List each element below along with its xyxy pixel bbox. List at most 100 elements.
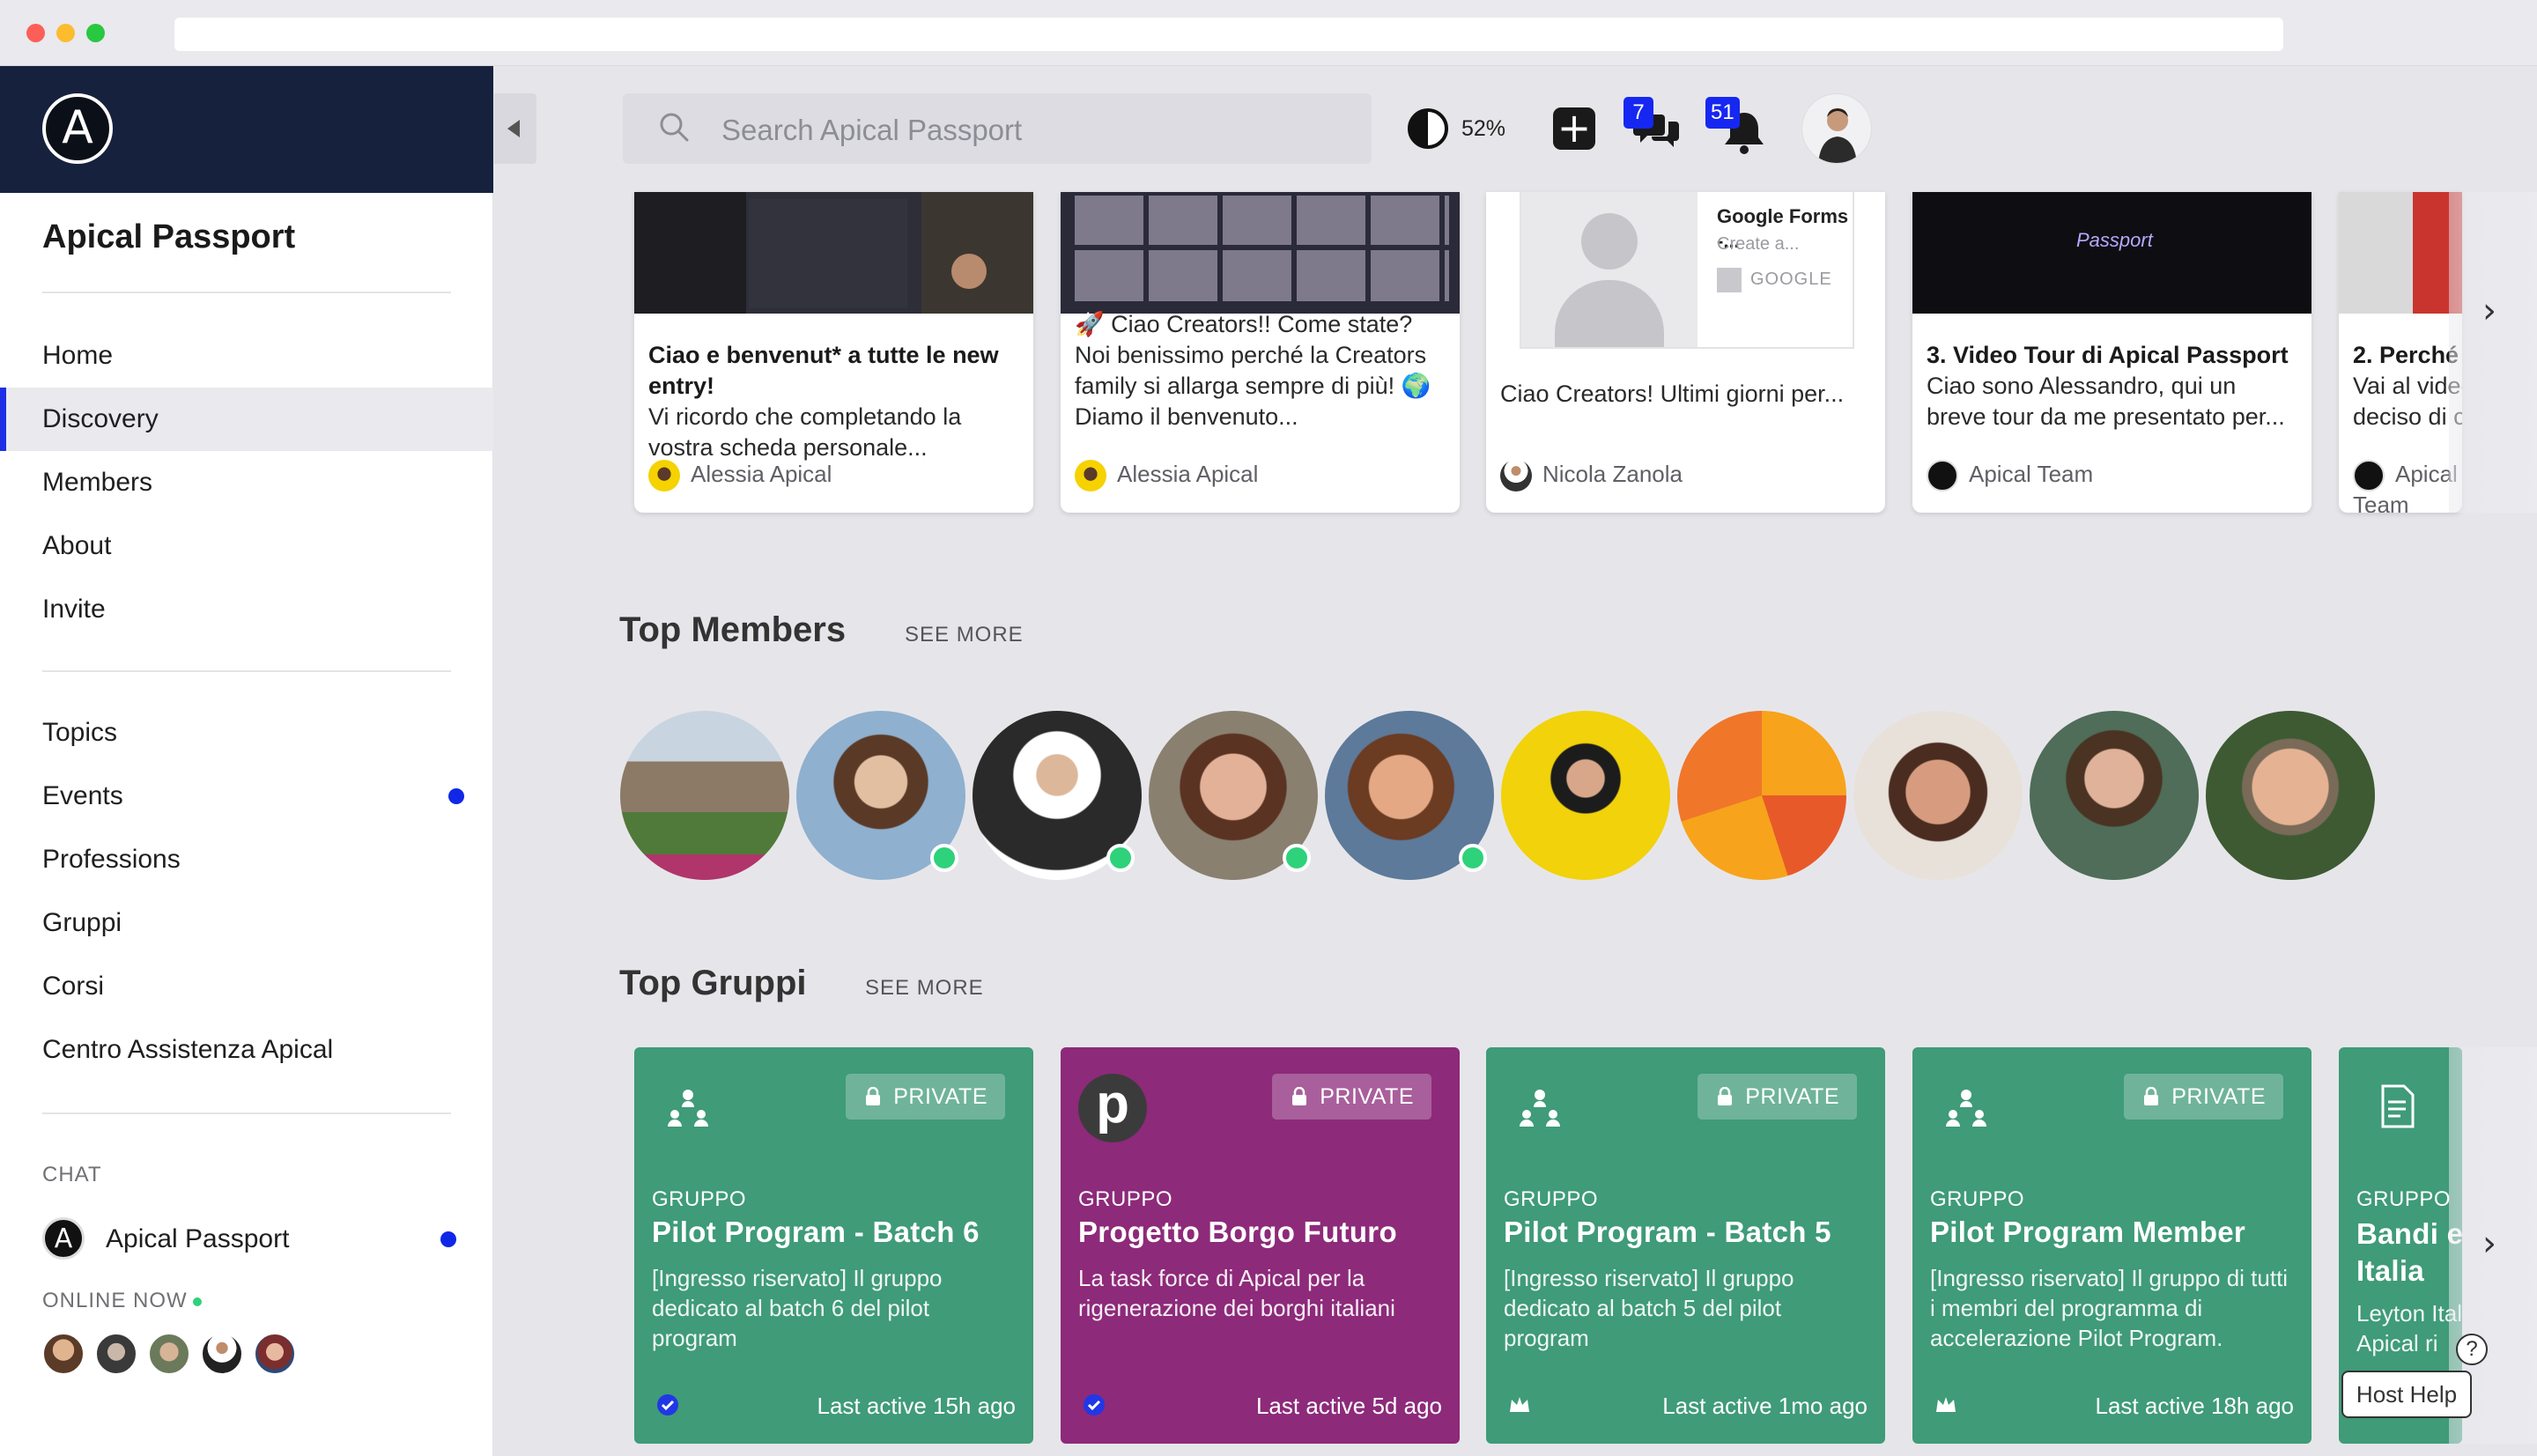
top-members-see-more[interactable]: SEE MORE: [905, 623, 1024, 647]
nav-events[interactable]: Events: [0, 765, 493, 828]
crown-icon: [1936, 1397, 1956, 1412]
group-type: GRUPPO: [1930, 1187, 2025, 1211]
member-avatar[interactable]: [1501, 711, 1670, 880]
chat-apical-passport[interactable]: A Apical Passport: [42, 1217, 465, 1265]
verified-icon: [1084, 1394, 1105, 1415]
author-avatar: [648, 460, 680, 491]
google-icon: [1717, 268, 1742, 292]
nav-centro-assistenza[interactable]: Centro Assistenza Apical: [0, 1018, 493, 1082]
chat-section-label: CHAT: [42, 1163, 102, 1186]
nav-topics[interactable]: Topics: [0, 701, 493, 765]
avatar[interactable]: [95, 1333, 137, 1375]
group-description: [Ingresso riservato] Il gruppo dedicato …: [652, 1265, 943, 1351]
address-bar[interactable]: [174, 18, 2283, 51]
group-description: [Ingresso riservato] Il gruppo di tutti …: [1930, 1265, 2289, 1351]
post-card[interactable]: Passport 3. Video Tour di Apical Passpor…: [1912, 192, 2311, 513]
nav-about[interactable]: About: [0, 514, 493, 578]
group-name: Progetto Borgo Futuro: [1078, 1216, 1397, 1248]
group-description: La task force di Apical per la rigeneraz…: [1078, 1265, 1395, 1321]
document-icon: [2381, 1084, 2415, 1128]
online-indicator: [192, 1297, 202, 1306]
contrast-value: 52%: [1461, 116, 1506, 141]
group-card[interactable]: PRIVATE GRUPPO Pilot Program - Batch 6 […: [634, 1047, 1033, 1444]
apical-logo[interactable]: A: [42, 93, 113, 164]
link-preview-source: GOOGLE: [1750, 270, 1832, 289]
search-input[interactable]: Search Apical Passport: [721, 114, 1022, 147]
top-groups-see-more[interactable]: SEE MORE: [865, 976, 984, 1001]
online-indicator: [1106, 844, 1135, 872]
verified-icon: [657, 1394, 678, 1415]
avatar[interactable]: [42, 1333, 85, 1375]
post-author[interactable]: Alessia Apical: [1075, 460, 1258, 495]
group-name: Pilot Program Member: [1930, 1216, 2246, 1248]
author-name: Alessia Apical: [691, 460, 832, 487]
group-type: GRUPPO: [1504, 1187, 1599, 1211]
member-avatar[interactable]: [620, 711, 789, 880]
post-card[interactable]: Ciao e benvenut* a tutte le new entry! V…: [634, 192, 1033, 513]
nav-home[interactable]: Home: [0, 324, 493, 388]
post-text: Ciao e benvenut* a tutte le new entry! V…: [648, 340, 1018, 463]
nav-discovery[interactable]: Discovery: [0, 388, 493, 451]
private-label: PRIVATE: [1320, 1084, 1414, 1109]
link-preview-sub: Create a...: [1717, 234, 1800, 254]
nav-corsi[interactable]: Corsi: [0, 955, 493, 1018]
avatar[interactable]: [148, 1333, 190, 1375]
lock-icon: [866, 1087, 881, 1105]
member-avatar[interactable]: [1677, 711, 1846, 880]
post-text: 2. Perché Apical Vai al video succe deci…: [2353, 340, 2462, 432]
nav-invite[interactable]: Invite: [0, 578, 493, 641]
group-card[interactable]: p PRIVATE GRUPPO Progetto Borgo Futuro L…: [1061, 1047, 1460, 1444]
private-label: PRIVATE: [1745, 1084, 1839, 1109]
group-card[interactable]: PRIVATE GRUPPO Pilot Program - Batch 5 […: [1486, 1047, 1885, 1444]
nav-gruppi[interactable]: Gruppi: [0, 891, 493, 955]
contrast-icon[interactable]: [1407, 107, 1449, 150]
lock-icon: [2144, 1087, 2159, 1105]
post-author[interactable]: Alessia Apical: [648, 460, 832, 495]
add-button[interactable]: +: [1553, 107, 1595, 150]
post-card[interactable]: 🚀 Ciao Creators!! Come state? Noi beniss…: [1061, 192, 1460, 513]
collapse-sidebar-button[interactable]: [494, 93, 536, 164]
minimize-window-button[interactable]: [56, 24, 75, 42]
post-author[interactable]: Apical Team: [1927, 460, 2093, 495]
carousel-fade: [2449, 192, 2537, 513]
post-image: [634, 192, 1033, 314]
group-icon: [1946, 1090, 1986, 1127]
avatar[interactable]: [254, 1333, 296, 1375]
group-icon: [668, 1090, 708, 1127]
search-bar[interactable]: Search Apical Passport: [623, 93, 1372, 164]
nav-members[interactable]: Members: [0, 451, 493, 514]
sidebar-header: A: [0, 66, 493, 193]
avatar[interactable]: [201, 1333, 243, 1375]
author-avatar: [1500, 460, 1532, 491]
user-avatar[interactable]: [1801, 93, 1872, 164]
group-type: GRUPPO: [2356, 1187, 2452, 1211]
unread-dot: [448, 788, 464, 804]
groups-next-arrow-icon[interactable]: ›: [2482, 1226, 2504, 1261]
link-preview[interactable]: Google Forms -... Create a... GOOGLE: [1520, 192, 1854, 349]
post-card[interactable]: 2. Perché Apical Vai al video succe deci…: [2339, 192, 2462, 513]
posts-next-arrow-icon[interactable]: ›: [2482, 293, 2504, 329]
post-card[interactable]: Google Forms -... Create a... GOOGLE Cia…: [1486, 192, 1885, 513]
member-avatar[interactable]: [2030, 711, 2199, 880]
member-avatar[interactable]: [2206, 711, 2375, 880]
group-icon: [1520, 1090, 1560, 1127]
group-description: Leyton Italia il partner Apical ri: [2356, 1300, 2462, 1356]
post-title: 3. Video Tour di Apical Passport: [1927, 342, 2289, 368]
nav-professions[interactable]: Professions: [0, 828, 493, 891]
post-author[interactable]: Nicola Zanola: [1500, 460, 1683, 495]
help-icon[interactable]: ?: [2456, 1334, 2488, 1365]
post-author[interactable]: Apical Team: [2353, 460, 2462, 513]
top-groups-title: Top Gruppi: [619, 964, 807, 1002]
private-label: PRIVATE: [2171, 1084, 2266, 1109]
maximize-window-button[interactable]: [86, 24, 105, 42]
close-window-button[interactable]: [26, 24, 45, 42]
divider: [42, 1112, 451, 1114]
group-last-active: Last active 18h ago: [2095, 1393, 2295, 1419]
group-last-active: Last active 5d ago: [1255, 1393, 1442, 1419]
post-image: Passport: [1912, 192, 2311, 314]
author-avatar: [1075, 460, 1106, 491]
notifications-badge: 51: [1705, 97, 1740, 129]
group-card[interactable]: PRIVATE GRUPPO Pilot Program Member [Ing…: [1912, 1047, 2311, 1444]
host-help-button[interactable]: Host Help: [2341, 1371, 2472, 1418]
member-avatar[interactable]: [1853, 711, 2023, 880]
